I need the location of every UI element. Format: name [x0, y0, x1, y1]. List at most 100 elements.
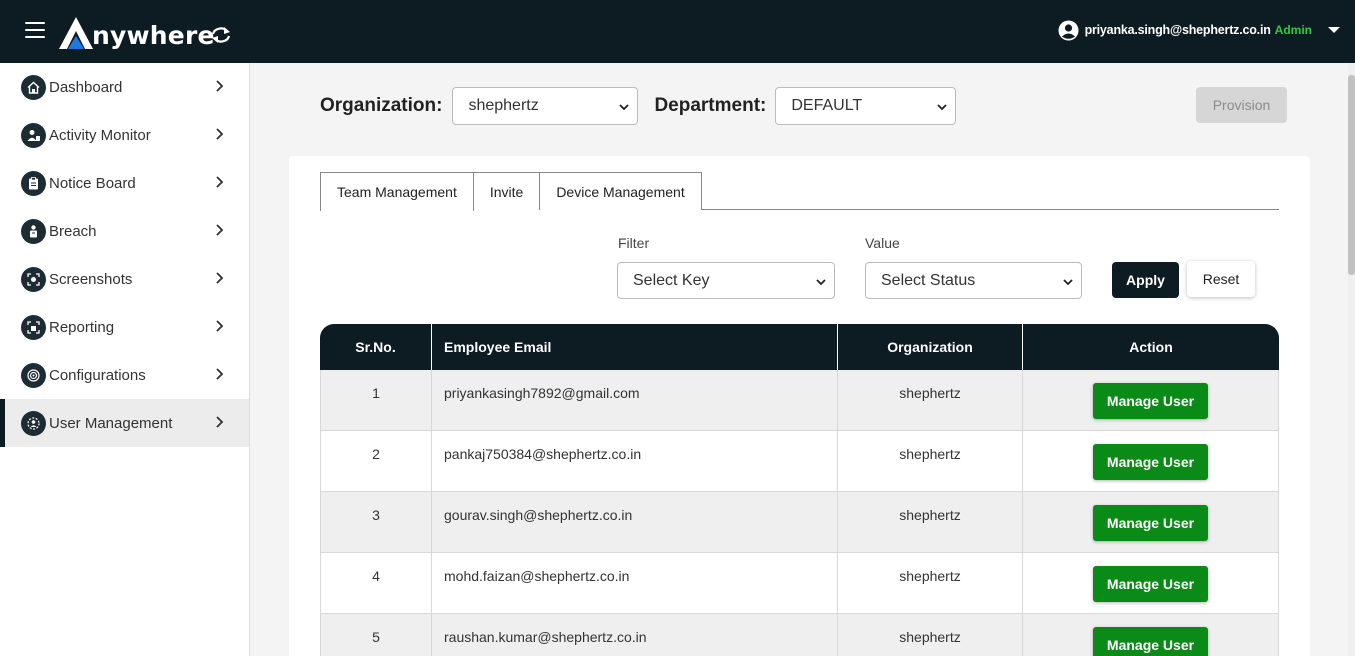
value-status-select[interactable]: Select Status [865, 262, 1082, 299]
cell-employee-email: mohd.faizan@shephertz.co.in [432, 553, 838, 613]
sidebar-item-reporting[interactable]: Reporting [0, 303, 249, 351]
sidebar-item-dashboard[interactable]: Dashboard [0, 63, 249, 111]
cell-action: Manage User [1023, 370, 1278, 430]
value-status-select-value: Select Status [881, 271, 976, 289]
manage-user-button[interactable]: Manage User [1093, 566, 1208, 602]
sidebar-item-label: Notice Board [49, 174, 136, 192]
manage-user-button[interactable]: Manage User [1093, 627, 1208, 656]
chevron-down-icon [816, 279, 826, 286]
sidebar-item-screenshots[interactable]: Screenshots [0, 255, 249, 303]
brand-logo[interactable]: nywhere [58, 10, 215, 50]
table-row: 4 mohd.faizan@shephertz.co.in shephertz … [320, 553, 1279, 614]
chevron-right-icon [216, 176, 224, 188]
tab-device-management[interactable]: Device Management [540, 172, 702, 210]
provision-button[interactable]: Provision [1196, 87, 1287, 123]
cell-organization: shephertz [838, 492, 1023, 552]
organization-label: Organization: [320, 95, 443, 116]
tab-bar: Team Management Invite Device Management [320, 172, 1279, 211]
sidebar-item-user-management[interactable]: User Management [0, 399, 249, 447]
user-menu[interactable]: priyanka.singh@shephertz.co.in Admin [1058, 19, 1340, 41]
top-header: nywhere priyanka.singh@shephertz.co.in A… [0, 0, 1355, 63]
org-dept-toolbar: Organization: shephertz Department: DEFA… [320, 86, 957, 126]
table-row: 1 priyankasingh7892@gmail.com shephertz … [320, 370, 1279, 431]
tab-team-management[interactable]: Team Management [320, 172, 474, 211]
sidebar-item-label: Configurations [49, 366, 146, 384]
header-employee-email: Employee Email [432, 324, 838, 370]
clipboard-icon [21, 170, 46, 196]
manage-user-button[interactable]: Manage User [1093, 383, 1208, 419]
organization-select[interactable]: shephertz [452, 87, 639, 125]
header-organization: Organization [838, 324, 1023, 370]
cell-sr-no: 4 [321, 553, 432, 613]
cell-sr-no: 2 [321, 431, 432, 491]
table-header: Sr.No. Employee Email Organization Actio… [320, 324, 1279, 370]
table-row: 2 pankaj750384@shephertz.co.in shephertz… [320, 431, 1279, 492]
sidebar-item-label: Activity Monitor [49, 126, 151, 144]
user-role-badge: Admin [1274, 23, 1312, 37]
sidebar-item-label: Dashboard [49, 78, 123, 96]
cell-action: Manage User [1023, 492, 1278, 552]
chevron-right-icon [216, 368, 224, 380]
reset-button[interactable]: Reset [1187, 261, 1255, 297]
cell-employee-email: priyankasingh7892@gmail.com [432, 370, 838, 430]
cell-action: Manage User [1023, 431, 1278, 491]
department-select-value: DEFAULT [791, 97, 863, 114]
chevron-right-icon [216, 272, 224, 284]
page-scrollbar[interactable] [1348, 63, 1355, 656]
sidebar-item-label: Breach [49, 222, 97, 240]
cell-employee-email: raushan.kumar@shephertz.co.in [432, 614, 838, 656]
scrollbar-thumb[interactable] [1348, 75, 1355, 275]
sidebar-item-activity-monitor[interactable]: Activity Monitor [0, 111, 249, 159]
table-row: 3 gourav.singh@shephertz.co.in shephertz… [320, 492, 1279, 553]
filter-key-select[interactable]: Select Key [617, 262, 835, 299]
apply-button[interactable]: Apply [1112, 262, 1179, 298]
header-action: Action [1129, 339, 1173, 355]
account-circle-icon [1058, 20, 1079, 40]
chevron-right-icon [216, 416, 224, 428]
cell-organization: shephertz [838, 370, 1023, 430]
sidebar-item-label: User Management [49, 414, 173, 432]
cell-organization: shephertz [838, 553, 1023, 613]
manage-user-button[interactable]: Manage User [1093, 505, 1208, 541]
brand-name: nywhere [92, 21, 215, 50]
reporting-icon [21, 314, 46, 340]
cell-organization: shephertz [838, 431, 1023, 491]
breach-person-icon [21, 218, 46, 244]
home-icon [21, 74, 46, 100]
employee-table: Sr.No. Employee Email Organization Actio… [320, 324, 1279, 656]
cell-sr-no: 3 [321, 492, 432, 552]
cell-employee-email: pankaj750384@shephertz.co.in [432, 431, 838, 491]
cell-sr-no: 1 [321, 370, 432, 430]
screenshot-icon [21, 266, 46, 292]
chevron-down-icon [619, 104, 630, 111]
hamburger-menu-icon[interactable] [25, 22, 45, 38]
chevron-down-icon [937, 104, 947, 111]
sidebar: Dashboard Activity Monitor Notice Board … [0, 63, 250, 656]
sidebar-item-notice-board[interactable]: Notice Board [0, 159, 249, 207]
filter-key-select-value: Select Key [633, 271, 710, 289]
sidebar-item-breach[interactable]: Breach [0, 207, 249, 255]
person-activity-icon [21, 122, 46, 148]
cell-sr-no: 5 [321, 614, 432, 656]
department-select[interactable]: DEFAULT [775, 87, 957, 125]
cell-action: Manage User [1023, 553, 1278, 613]
sidebar-item-label: Screenshots [49, 270, 133, 288]
chevron-down-icon [1063, 279, 1073, 286]
cell-employee-email: gourav.singh@shephertz.co.in [432, 492, 838, 552]
header-sr-no: Sr.No. [320, 324, 432, 370]
table-row: 5 raushan.kumar@shephertz.co.in shephert… [320, 614, 1279, 656]
logo-a-icon [59, 17, 93, 49]
filter-label: Filter [618, 235, 650, 251]
chevron-right-icon [216, 224, 224, 236]
chevron-right-icon [216, 128, 224, 140]
tab-invite[interactable]: Invite [473, 172, 541, 210]
sidebar-item-configurations[interactable]: Configurations [0, 351, 249, 399]
sync-icon[interactable] [210, 25, 232, 45]
user-email: priyanka.singh@shephertz.co.in [1084, 23, 1271, 37]
manage-user-button[interactable]: Manage User [1093, 444, 1208, 480]
chevron-right-icon [216, 320, 224, 332]
department-label: Department: [654, 95, 767, 116]
value-label: Value [865, 235, 900, 251]
user-management-icon [21, 410, 46, 436]
caret-down-icon[interactable] [1328, 26, 1340, 34]
